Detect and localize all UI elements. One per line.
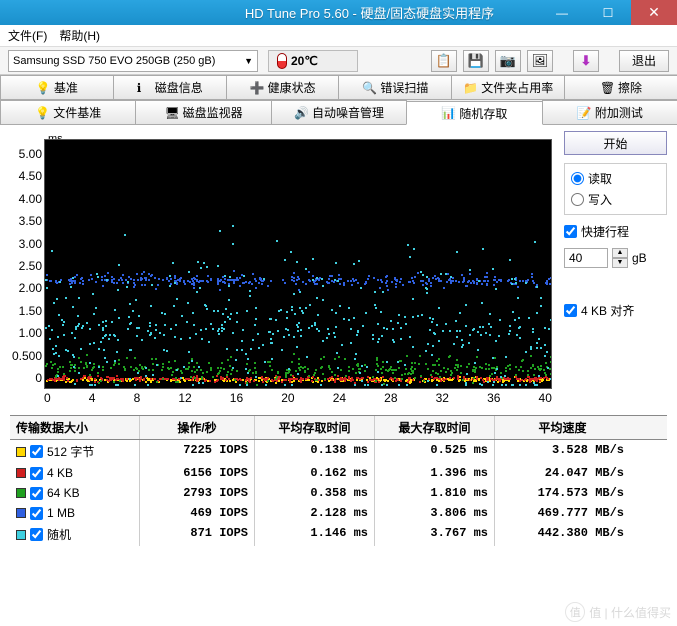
tab-icon: 💡 [35, 106, 49, 120]
mode-group: 读取 写入 [564, 163, 667, 215]
tab-健康状态[interactable]: ➕健康状态 [226, 75, 340, 99]
title-bar: HD Tune Pro 5.60 - 硬盘/固态硬盘实用程序 — ☐ ✕ [0, 0, 677, 25]
short-stroke-check[interactable]: 快捷行程 [564, 223, 667, 240]
tab-擦除[interactable]: 🗑擦除 [564, 75, 677, 99]
table-row: 64 KB2793 IOPS0.358 ms1.810 ms174.573 MB… [10, 483, 667, 503]
minimize-button[interactable]: — [539, 0, 585, 25]
row-check[interactable] [30, 445, 43, 458]
start-button[interactable]: 开始 [564, 131, 667, 155]
tab-基准[interactable]: 💡基准 [0, 75, 114, 99]
read-radio[interactable]: 读取 [571, 170, 660, 187]
tab-icon: 📊 [441, 106, 455, 120]
tab-icon: 🗑 [600, 81, 614, 95]
menu-help[interactable]: 帮助(H) [59, 27, 100, 44]
tab-icon: 🖥 [165, 106, 179, 120]
align-check[interactable]: 4 KB 对齐 [564, 302, 667, 319]
tab-icon: 💡 [36, 81, 50, 95]
tab-icon: ➕ [250, 81, 264, 95]
menu-bar: 文件(F) 帮助(H) [0, 25, 677, 47]
tab-row-1: 💡基准ℹ磁盘信息➕健康状态🔍错误扫描📁文件夹占用率🗑擦除 [0, 75, 677, 100]
save-button[interactable]: 💾 [463, 50, 489, 72]
row-check[interactable] [30, 467, 43, 480]
results-table: 传输数据大小 操作/秒 平均存取时间 最大存取时间 平均速度 512 字节722… [10, 415, 667, 546]
picture-button[interactable]: 🖼 [527, 50, 553, 72]
row-check[interactable] [30, 487, 43, 500]
spin-up[interactable]: ▲ [612, 248, 628, 258]
content-area: ms 5.004.504.003.503.002.502.001.501.000… [0, 125, 677, 409]
table-row: 随机871 IOPS1.146 ms3.767 ms442.380 MB/s [10, 523, 667, 546]
thermometer-icon [277, 53, 287, 69]
color-swatch [16, 468, 26, 478]
spin-down[interactable]: ▼ [612, 258, 628, 268]
tab-icon: 🔊 [294, 106, 308, 120]
watermark: 值 值 | 什么值得买 [565, 602, 671, 622]
close-button[interactable]: ✕ [631, 0, 677, 25]
table-row: 4 KB6156 IOPS0.162 ms1.396 ms24.047 MB/s [10, 463, 667, 483]
exit-button[interactable]: 退出 [619, 50, 669, 72]
tab-icon: ℹ [137, 81, 151, 95]
row-check[interactable] [30, 528, 43, 541]
toolbar: Samsung SSD 750 EVO 250GB (250 gB) ▼ 20℃… [0, 47, 677, 75]
download-button[interactable]: ⬇ [573, 50, 599, 72]
table-row: 512 字节7225 IOPS0.138 ms0.525 ms3.528 MB/… [10, 440, 667, 463]
dropdown-arrow-icon: ▼ [244, 56, 253, 66]
tab-icon: 📝 [577, 106, 591, 120]
tab-icon: 🔍 [362, 81, 376, 95]
short-stroke-unit: gB [632, 251, 647, 265]
row-check[interactable] [30, 507, 43, 520]
short-stroke-input[interactable]: ▲▼ gB [564, 248, 667, 268]
temperature-value: 20℃ [291, 54, 318, 68]
tab-文件夹占用率[interactable]: 📁文件夹占用率 [451, 75, 565, 99]
y-axis: 5.004.504.003.503.002.502.001.501.000.50… [10, 147, 42, 385]
tab-错误扫描[interactable]: 🔍错误扫描 [338, 75, 452, 99]
screenshot-button[interactable]: 📷 [495, 50, 521, 72]
tab-磁盘信息[interactable]: ℹ磁盘信息 [113, 75, 227, 99]
menu-file[interactable]: 文件(F) [8, 27, 47, 44]
short-stroke-value[interactable] [564, 248, 608, 268]
tab-row-2: 💡文件基准🖥磁盘监视器🔊自动噪音管理📊随机存取📝附加测试 [0, 100, 677, 125]
x-axis: 0481216202428323640 [44, 389, 552, 405]
color-swatch [16, 488, 26, 498]
tab-随机存取[interactable]: 📊随机存取 [406, 101, 542, 125]
copy-button[interactable]: 📋 [431, 50, 457, 72]
color-swatch [16, 508, 26, 518]
scatter-plot [44, 139, 552, 389]
write-radio[interactable]: 写入 [571, 191, 660, 208]
color-swatch [16, 447, 26, 457]
tab-文件基准[interactable]: 💡文件基准 [0, 100, 136, 124]
chart-area: ms 5.004.504.003.503.002.502.001.501.000… [10, 131, 552, 405]
table-row: 1 MB469 IOPS2.128 ms3.806 ms469.777 MB/s [10, 503, 667, 523]
drive-select-value: Samsung SSD 750 EVO 250GB (250 gB) [13, 55, 215, 67]
window-controls: — ☐ ✕ [539, 0, 677, 25]
table-header: 传输数据大小 操作/秒 平均存取时间 最大存取时间 平均速度 [10, 415, 667, 440]
color-swatch [16, 530, 26, 540]
drive-select[interactable]: Samsung SSD 750 EVO 250GB (250 gB) ▼ [8, 50, 258, 72]
tab-icon: 📁 [463, 81, 477, 95]
temperature-box: 20℃ [268, 50, 358, 72]
maximize-button[interactable]: ☐ [585, 0, 631, 25]
side-panel: 开始 读取 写入 快捷行程 ▲▼ gB 4 KB 对齐 [552, 131, 667, 405]
tab-附加测试[interactable]: 📝附加测试 [542, 100, 677, 124]
tab-自动噪音管理[interactable]: 🔊自动噪音管理 [271, 100, 407, 124]
tab-磁盘监视器[interactable]: 🖥磁盘监视器 [135, 100, 271, 124]
window-title: HD Tune Pro 5.60 - 硬盘/固态硬盘实用程序 [200, 3, 539, 22]
